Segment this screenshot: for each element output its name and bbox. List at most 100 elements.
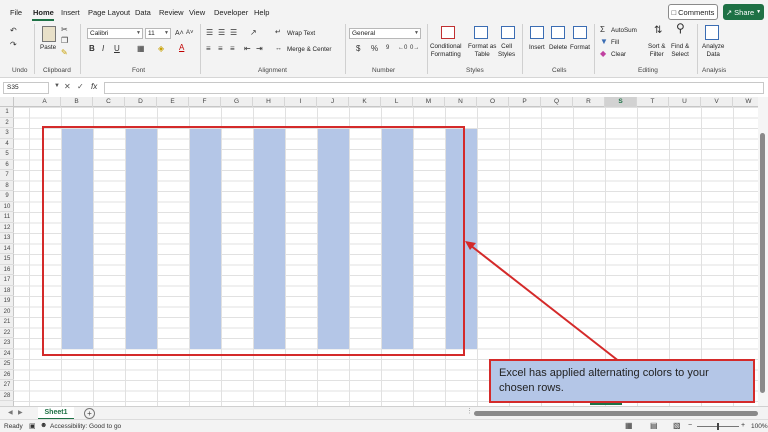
percent-icon[interactable]: % bbox=[371, 44, 378, 53]
decrease-decimal-icon[interactable]: 0→ bbox=[410, 44, 419, 53]
menu-review[interactable]: Review bbox=[159, 8, 184, 17]
find-select-button[interactable]: Find & Select bbox=[671, 43, 689, 58]
merge-center-button[interactable]: Merge & Center bbox=[287, 46, 331, 54]
align-middle-icon[interactable]: ☰ bbox=[218, 28, 225, 37]
align-center-icon[interactable]: ≡ bbox=[218, 44, 223, 53]
undo-icon[interactable]: ↶ bbox=[10, 26, 17, 35]
enter-icon[interactable]: ✓ bbox=[77, 82, 84, 91]
row-header[interactable]: 26 bbox=[0, 370, 14, 380]
row-header[interactable]: 1 bbox=[0, 107, 14, 118]
row-header[interactable]: 25 bbox=[0, 359, 14, 370]
wrap-text-icon[interactable]: ↵ bbox=[275, 28, 281, 37]
row-header[interactable]: 27 bbox=[0, 380, 14, 391]
clear-button[interactable]: Clear bbox=[611, 51, 626, 59]
name-box[interactable]: S35 bbox=[3, 82, 49, 94]
zoom-slider-thumb[interactable] bbox=[717, 423, 719, 430]
analyze-data-icon[interactable] bbox=[705, 25, 719, 40]
font-size-combo[interactable]: 11 ▼ bbox=[145, 28, 171, 39]
menu-help[interactable]: Help bbox=[254, 8, 269, 17]
insert-cells-icon[interactable] bbox=[530, 26, 544, 39]
menu-page-layout[interactable]: Page Layout bbox=[88, 8, 130, 17]
formula-input[interactable] bbox=[104, 82, 764, 94]
row-header[interactable]: 20 bbox=[0, 307, 14, 317]
page-break-view-icon[interactable]: ▧ bbox=[673, 421, 681, 430]
menu-file[interactable]: File bbox=[10, 8, 22, 17]
autosum-button[interactable]: AutoSum bbox=[611, 27, 637, 35]
number-format-combo[interactable]: General ▼ bbox=[349, 28, 421, 39]
add-sheet-icon[interactable]: + bbox=[84, 408, 95, 419]
menu-data[interactable]: Data bbox=[135, 8, 151, 17]
row-header[interactable]: 7 bbox=[0, 170, 14, 181]
font-name-combo[interactable]: Calibri ▼ bbox=[87, 28, 143, 39]
comma-style-icon[interactable]: 9 bbox=[386, 44, 389, 53]
row-header[interactable]: 13 bbox=[0, 233, 14, 244]
column-header[interactable]: R bbox=[573, 97, 605, 107]
column-header[interactable]: H bbox=[253, 97, 285, 107]
column-header[interactable]: L bbox=[381, 97, 413, 107]
row-header[interactable]: 8 bbox=[0, 181, 14, 191]
column-header[interactable]: E bbox=[157, 97, 189, 107]
underline-icon[interactable]: U bbox=[114, 44, 120, 53]
eraser-icon[interactable]: ◆ bbox=[600, 49, 606, 58]
column-header[interactable]: S bbox=[605, 97, 637, 107]
format-cells-icon[interactable] bbox=[573, 26, 587, 39]
column-header[interactable]: K bbox=[349, 97, 381, 107]
select-all-corner[interactable] bbox=[0, 97, 14, 107]
share-button[interactable]: ↗ Share ▼ bbox=[723, 4, 764, 20]
insert-function-icon[interactable]: fx bbox=[91, 82, 97, 91]
bold-icon[interactable]: B bbox=[89, 44, 95, 53]
cancel-icon[interactable]: ✕ bbox=[64, 82, 71, 91]
comments-button[interactable]: □ Comments bbox=[668, 4, 718, 20]
fill-color-icon[interactable]: ◈ bbox=[158, 44, 164, 53]
row-header[interactable]: 2 bbox=[0, 118, 14, 128]
merge-center-icon[interactable]: ↔ bbox=[275, 44, 282, 53]
column-header[interactable]: M bbox=[413, 97, 445, 107]
normal-view-icon[interactable]: ▦ bbox=[625, 421, 633, 430]
row-header[interactable]: 16 bbox=[0, 265, 14, 275]
italic-icon[interactable]: I bbox=[102, 44, 104, 53]
menu-insert[interactable]: Insert bbox=[61, 8, 80, 17]
wrap-text-button[interactable]: Wrap Text bbox=[287, 30, 315, 38]
accessibility-status[interactable]: Accessibility: Good to go bbox=[50, 423, 121, 430]
redo-icon[interactable]: ↷ bbox=[10, 40, 17, 49]
fill-button[interactable]: Fill bbox=[611, 39, 619, 47]
column-header[interactable]: P bbox=[509, 97, 541, 107]
scroll-left-icon[interactable]: ◀ bbox=[8, 409, 13, 416]
autosum-icon[interactable]: Σ bbox=[600, 25, 605, 34]
vertical-scrollbar[interactable] bbox=[758, 97, 768, 406]
search-icon[interactable]: ⚲ bbox=[676, 22, 685, 34]
column-header[interactable]: Q bbox=[541, 97, 573, 107]
column-header[interactable]: U bbox=[669, 97, 701, 107]
copy-icon[interactable]: ❐ bbox=[61, 36, 68, 45]
increase-decimal-icon[interactable]: ←0 bbox=[398, 44, 407, 53]
zoom-in-icon[interactable]: + bbox=[741, 422, 745, 429]
paste-button[interactable]: Paste bbox=[40, 44, 56, 52]
font-color-icon[interactable]: A bbox=[179, 43, 184, 52]
zoom-out-icon[interactable]: − bbox=[688, 422, 692, 429]
row-header[interactable]: 21 bbox=[0, 317, 14, 328]
column-header[interactable]: T bbox=[637, 97, 669, 107]
decrease-indent-icon[interactable]: ⇤ bbox=[244, 44, 251, 53]
macro-record-icon[interactable]: ▣ bbox=[29, 422, 36, 430]
analyze-data-button[interactable]: Analyze Data bbox=[702, 43, 724, 58]
decrease-font-icon[interactable]: A˅ bbox=[186, 29, 194, 38]
row-header[interactable]: 15 bbox=[0, 254, 14, 265]
insert-cells-button[interactable]: Insert bbox=[529, 44, 545, 52]
row-header[interactable]: 9 bbox=[0, 191, 14, 202]
increase-indent-icon[interactable]: ⇥ bbox=[256, 44, 263, 53]
row-header[interactable]: 14 bbox=[0, 244, 14, 254]
sort-filter-icon[interactable]: ⇅ bbox=[654, 26, 662, 36]
column-header[interactable]: G bbox=[221, 97, 253, 107]
increase-font-icon[interactable]: A˄ bbox=[175, 29, 184, 38]
column-header[interactable]: O bbox=[477, 97, 509, 107]
format-cells-button[interactable]: Format bbox=[570, 44, 590, 52]
align-top-icon[interactable]: ☰ bbox=[206, 28, 213, 37]
delete-cells-button[interactable]: Delete bbox=[549, 44, 567, 52]
menu-home[interactable]: Home bbox=[33, 8, 54, 17]
format-as-table-button[interactable]: Format as Table bbox=[468, 43, 496, 58]
align-right-icon[interactable]: ≡ bbox=[230, 44, 235, 53]
horizontal-scroll-thumb[interactable] bbox=[474, 411, 758, 416]
row-header[interactable]: 6 bbox=[0, 160, 14, 170]
row-header[interactable]: 4 bbox=[0, 139, 14, 149]
column-header[interactable]: C bbox=[93, 97, 125, 107]
